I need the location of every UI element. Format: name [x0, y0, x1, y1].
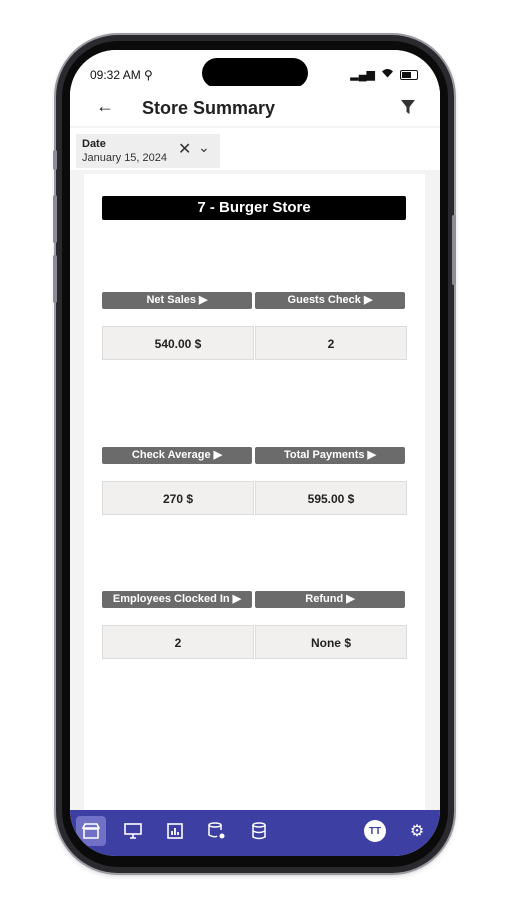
monitor-icon[interactable] — [118, 816, 148, 846]
metric-value-net-sales: 540.00 $ — [102, 326, 254, 360]
summary-content: 7 - Burger Store Net Sales ▶ 540.00 $ Gu… — [84, 174, 425, 810]
database-icon[interactable] — [244, 816, 274, 846]
wifi-icon — [381, 68, 394, 81]
signal-icon: ▂▄▆ — [350, 69, 375, 81]
date-filter-chip[interactable]: Date January 15, 2024 ✕ ⌄ — [76, 134, 220, 168]
side-button-volume-down — [53, 255, 57, 303]
gear-icon: ⚙ — [409, 823, 425, 840]
date-filter-label: Date — [82, 138, 106, 150]
back-arrow-icon[interactable]: ← — [96, 96, 114, 117]
status-time: 09:32 AM ⚲ — [90, 68, 153, 82]
chevron-down-icon[interactable]: ⌄ — [198, 139, 210, 156]
side-button-silence — [53, 150, 57, 170]
metric-value-employees-clocked-in: 2 — [102, 625, 254, 659]
battery-icon — [400, 69, 418, 80]
side-button-power — [452, 215, 456, 285]
metric-header-employees-clocked-in[interactable]: Employees Clocked In ▶ — [102, 591, 252, 608]
metric-card-employees-clocked-in: Employees Clocked In ▶ 2 — [102, 591, 254, 661]
metric-value-guests-check: 2 — [255, 326, 407, 360]
page-title: Store Summary — [142, 98, 276, 118]
avatar-initials: TT — [364, 820, 386, 842]
metric-header-total-payments[interactable]: Total Payments ▶ — [255, 447, 405, 464]
metric-value-total-payments: 595.00 $ — [255, 481, 407, 515]
metric-header-guests-check[interactable]: Guests Check ▶ — [255, 292, 405, 309]
bottom-nav: TT ⚙ — [70, 810, 440, 856]
database-gear-icon[interactable] — [202, 816, 232, 846]
store-title: 7 - Burger Store — [102, 196, 406, 220]
dynamic-island — [202, 58, 308, 88]
metric-header-net-sales[interactable]: Net Sales ▶ — [102, 292, 252, 309]
date-filter-value: January 15, 2024 — [82, 152, 168, 164]
settings-icon[interactable]: ⚙ — [402, 816, 432, 846]
metric-header-refund[interactable]: Refund ▶ — [255, 591, 405, 608]
metric-value-refund: None $ — [255, 625, 407, 659]
metric-value-check-average: 270 $ — [102, 481, 254, 515]
store-icon[interactable] — [76, 816, 106, 846]
metric-header-check-average[interactable]: Check Average ▶ — [102, 447, 252, 464]
filter-icon[interactable] — [400, 99, 416, 115]
app-header: ← Store Summary — [70, 86, 440, 126]
metric-card-total-payments: Total Payments ▶ 595.00 $ — [255, 447, 407, 517]
avatar[interactable]: TT — [360, 816, 390, 846]
metric-card-guests-check: Guests Check ▶ 2 — [255, 292, 407, 362]
clear-icon[interactable]: ✕ — [178, 139, 191, 159]
metric-card-net-sales: Net Sales ▶ 540.00 $ — [102, 292, 254, 362]
metric-card-check-average: Check Average ▶ 270 $ — [102, 447, 254, 517]
phone-screen: 09:32 AM ⚲ ▂▄▆ ← Store Summary Date Janu… — [70, 50, 440, 856]
date-filter-bar: Date January 15, 2024 ✕ ⌄ — [70, 128, 440, 170]
status-icons: ▂▄▆ — [350, 68, 418, 81]
side-button-volume-up — [53, 195, 57, 243]
metric-card-refund: Refund ▶ None $ — [255, 591, 407, 661]
chart-icon[interactable] — [160, 816, 190, 846]
